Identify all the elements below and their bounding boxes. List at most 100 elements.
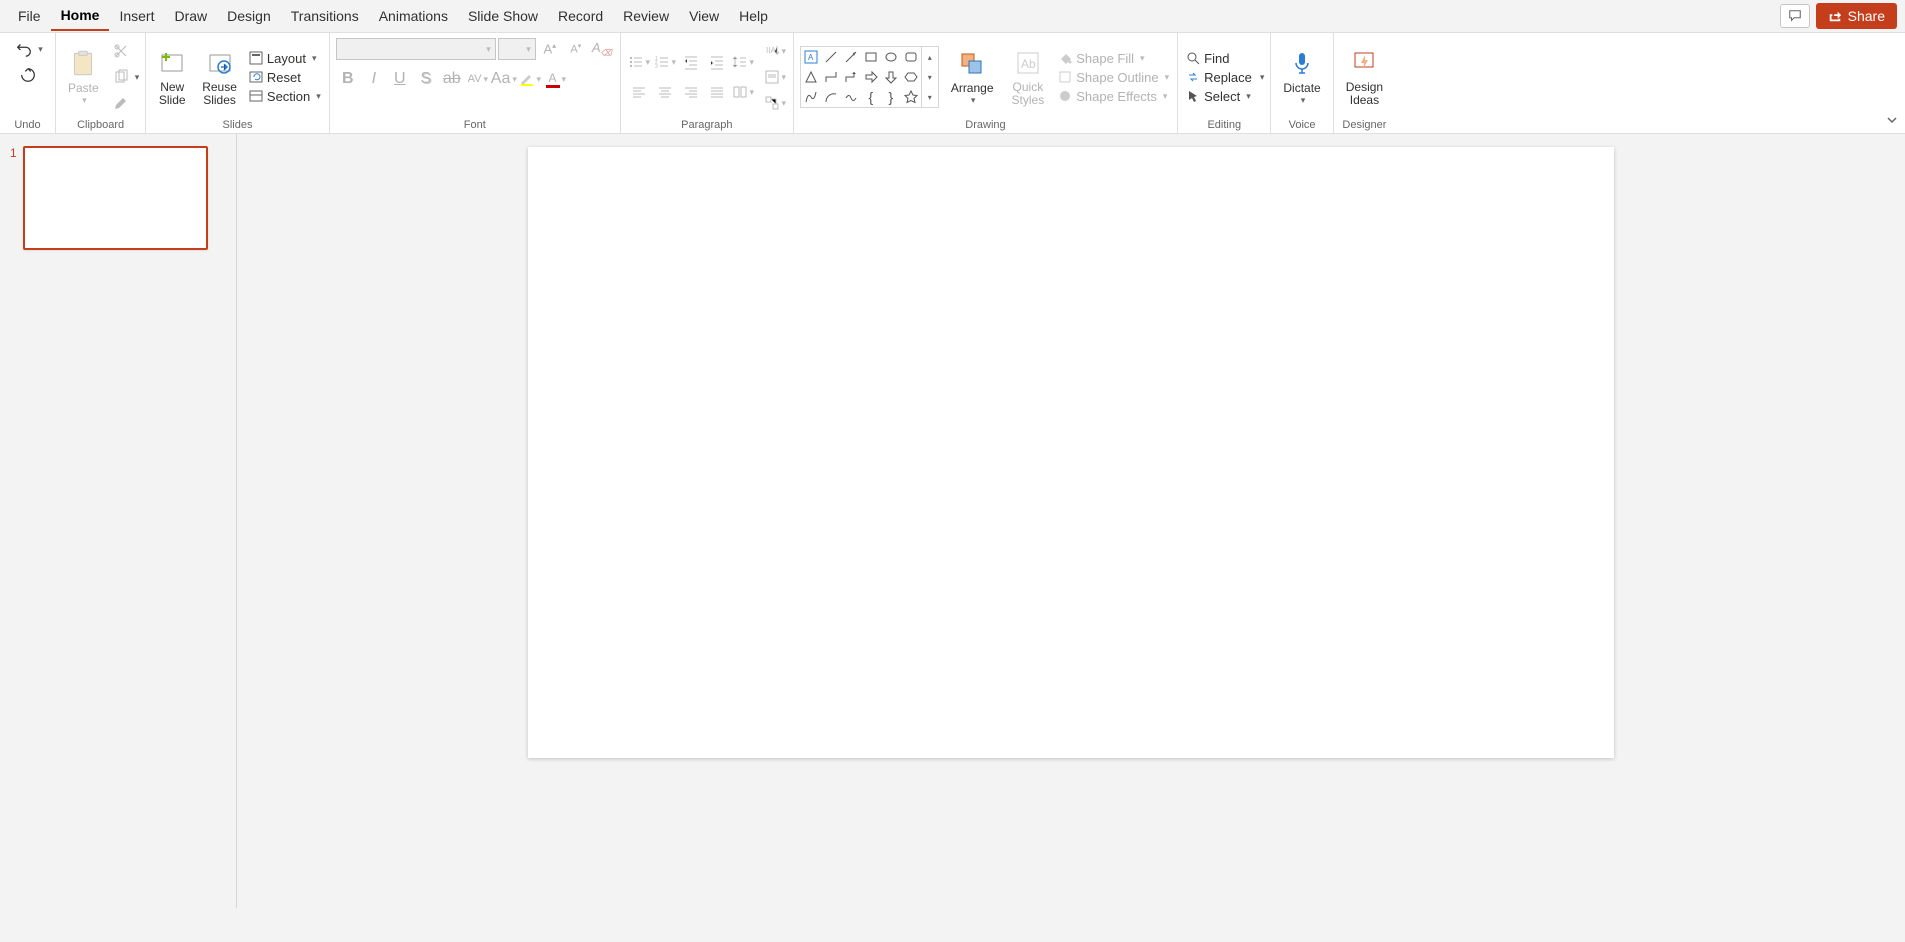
char-spacing-button: AV▾ (466, 67, 490, 91)
shape-wave[interactable] (841, 87, 861, 107)
tab-help[interactable]: Help (729, 2, 778, 30)
slide-canvas[interactable] (528, 147, 1614, 758)
tab-file[interactable]: File (8, 2, 51, 30)
comments-button[interactable] (1780, 4, 1810, 28)
tab-design[interactable]: Design (217, 2, 281, 30)
ribbon: ▾ Undo Paste ▾ ▾ Clipboard New Slid (0, 32, 1905, 134)
shape-elbow-arrow[interactable] (841, 67, 861, 87)
tab-insert[interactable]: Insert (109, 2, 164, 30)
format-painter-button (109, 91, 133, 115)
scissors-icon (113, 43, 129, 59)
arrange-button[interactable]: Arrange ▾ (945, 48, 1000, 106)
shapes-more[interactable]: ▾ (922, 87, 938, 107)
group-label-slides: Slides (152, 117, 323, 131)
thumbnail-pane[interactable]: 1 (0, 134, 237, 908)
share-button[interactable]: Share (1816, 3, 1897, 29)
undo-button[interactable] (12, 37, 36, 61)
shape-line-arrow[interactable] (841, 47, 861, 67)
paste-button: Paste ▾ (62, 48, 105, 106)
shape-outline-button: Shape Outline▾ (1056, 69, 1171, 86)
font-size-combo: ▾ (498, 38, 536, 60)
align-text-icon (764, 69, 780, 85)
find-button[interactable]: Find (1184, 50, 1264, 67)
shapes-gallery[interactable]: A { } (800, 46, 922, 108)
speech-bubble-icon (1788, 9, 1802, 23)
highlight-button: ▾ (518, 67, 542, 91)
collapse-ribbon-button[interactable] (1885, 113, 1899, 127)
shapes-scroll-down[interactable]: ▾ (922, 67, 938, 87)
thumbnail-item[interactable]: 1 (10, 146, 226, 250)
align-center-icon (657, 84, 673, 100)
underline-button: U (388, 67, 412, 91)
arrange-icon (959, 51, 985, 77)
shape-brace-right[interactable]: } (881, 87, 901, 107)
tab-draw[interactable]: Draw (164, 2, 217, 30)
main-area: 1 (0, 134, 1905, 908)
svg-text:Ab: Ab (1021, 57, 1036, 71)
dictate-button[interactable]: Dictate ▾ (1277, 48, 1326, 106)
select-button[interactable]: Select▾ (1184, 88, 1264, 105)
effects-icon (1058, 89, 1072, 103)
reuse-slides-icon (206, 49, 234, 77)
shape-rect[interactable] (861, 47, 881, 67)
chevron-down-icon (1885, 113, 1899, 127)
redo-button[interactable] (16, 63, 40, 87)
decrease-font-icon: A▾ (570, 42, 581, 56)
arrange-label: Arrange (951, 82, 994, 95)
shape-star[interactable] (901, 87, 921, 107)
tab-animations[interactable]: Animations (369, 2, 458, 30)
thumbnail-slide-1[interactable] (23, 146, 208, 250)
shape-brace-left[interactable]: { (861, 87, 881, 107)
quick-styles-label: Quick Styles (1012, 81, 1045, 107)
slide-editor-area[interactable] (237, 134, 1905, 908)
underline-icon: U (394, 70, 406, 88)
shape-elbow[interactable] (821, 67, 841, 87)
increase-font-button: A▴ (538, 37, 562, 61)
undo-dropdown[interactable]: ▾ (38, 44, 43, 55)
shape-curve[interactable] (801, 87, 821, 107)
clipboard-icon (70, 49, 96, 79)
bold-button: B (336, 67, 360, 91)
tab-slide-show[interactable]: Slide Show (458, 2, 548, 30)
shape-line[interactable] (821, 47, 841, 67)
section-button[interactable]: Section▾ (247, 88, 323, 105)
indent-icon (709, 54, 725, 70)
shape-hexagon[interactable] (901, 67, 921, 87)
layout-button[interactable]: Layout▾ (247, 50, 323, 67)
shape-roundrect[interactable] (901, 47, 921, 67)
clear-formatting-button: A⌫ (590, 37, 614, 61)
tab-home[interactable]: Home (51, 1, 110, 31)
lightning-icon (1353, 50, 1375, 76)
highlight-icon (519, 71, 535, 87)
tab-review[interactable]: Review (613, 2, 679, 30)
smartart-button: ▾ (763, 91, 787, 115)
replace-button[interactable]: Replace (1184, 69, 1254, 86)
shape-block-arrow-down[interactable] (881, 67, 901, 87)
outdent-icon (683, 54, 699, 70)
share-label: Share (1848, 8, 1885, 24)
shape-fill-button: Shape Fill▾ (1056, 50, 1171, 67)
paste-label: Paste (68, 82, 99, 95)
text-shadow-button: S (414, 67, 438, 91)
new-slide-button[interactable]: New Slide (152, 47, 192, 107)
columns-button: ▾ (731, 80, 755, 104)
replace-dropdown[interactable]: ▾ (1260, 72, 1265, 83)
shape-arc[interactable] (821, 87, 841, 107)
shape-triangle[interactable] (801, 67, 821, 87)
decrease-font-button: A▾ (564, 37, 588, 61)
dictate-label: Dictate (1283, 82, 1320, 95)
justify-icon (709, 84, 725, 100)
reset-button[interactable]: Reset (247, 69, 323, 86)
design-ideas-button[interactable]: Design Ideas (1340, 47, 1389, 107)
clear-format-icon: A⌫ (592, 40, 612, 58)
font-name-combo: ▾ (336, 38, 496, 60)
shapes-scroll-up[interactable]: ▴ (922, 47, 938, 67)
shape-oval[interactable] (881, 47, 901, 67)
tab-view[interactable]: View (679, 2, 729, 30)
shape-textbox[interactable]: A (801, 47, 821, 67)
reuse-slides-button[interactable]: Reuse Slides (196, 47, 243, 107)
shape-block-arrow-right[interactable] (861, 67, 881, 87)
tab-transitions[interactable]: Transitions (281, 2, 369, 30)
italic-icon: I (372, 70, 376, 88)
tab-record[interactable]: Record (548, 2, 613, 30)
